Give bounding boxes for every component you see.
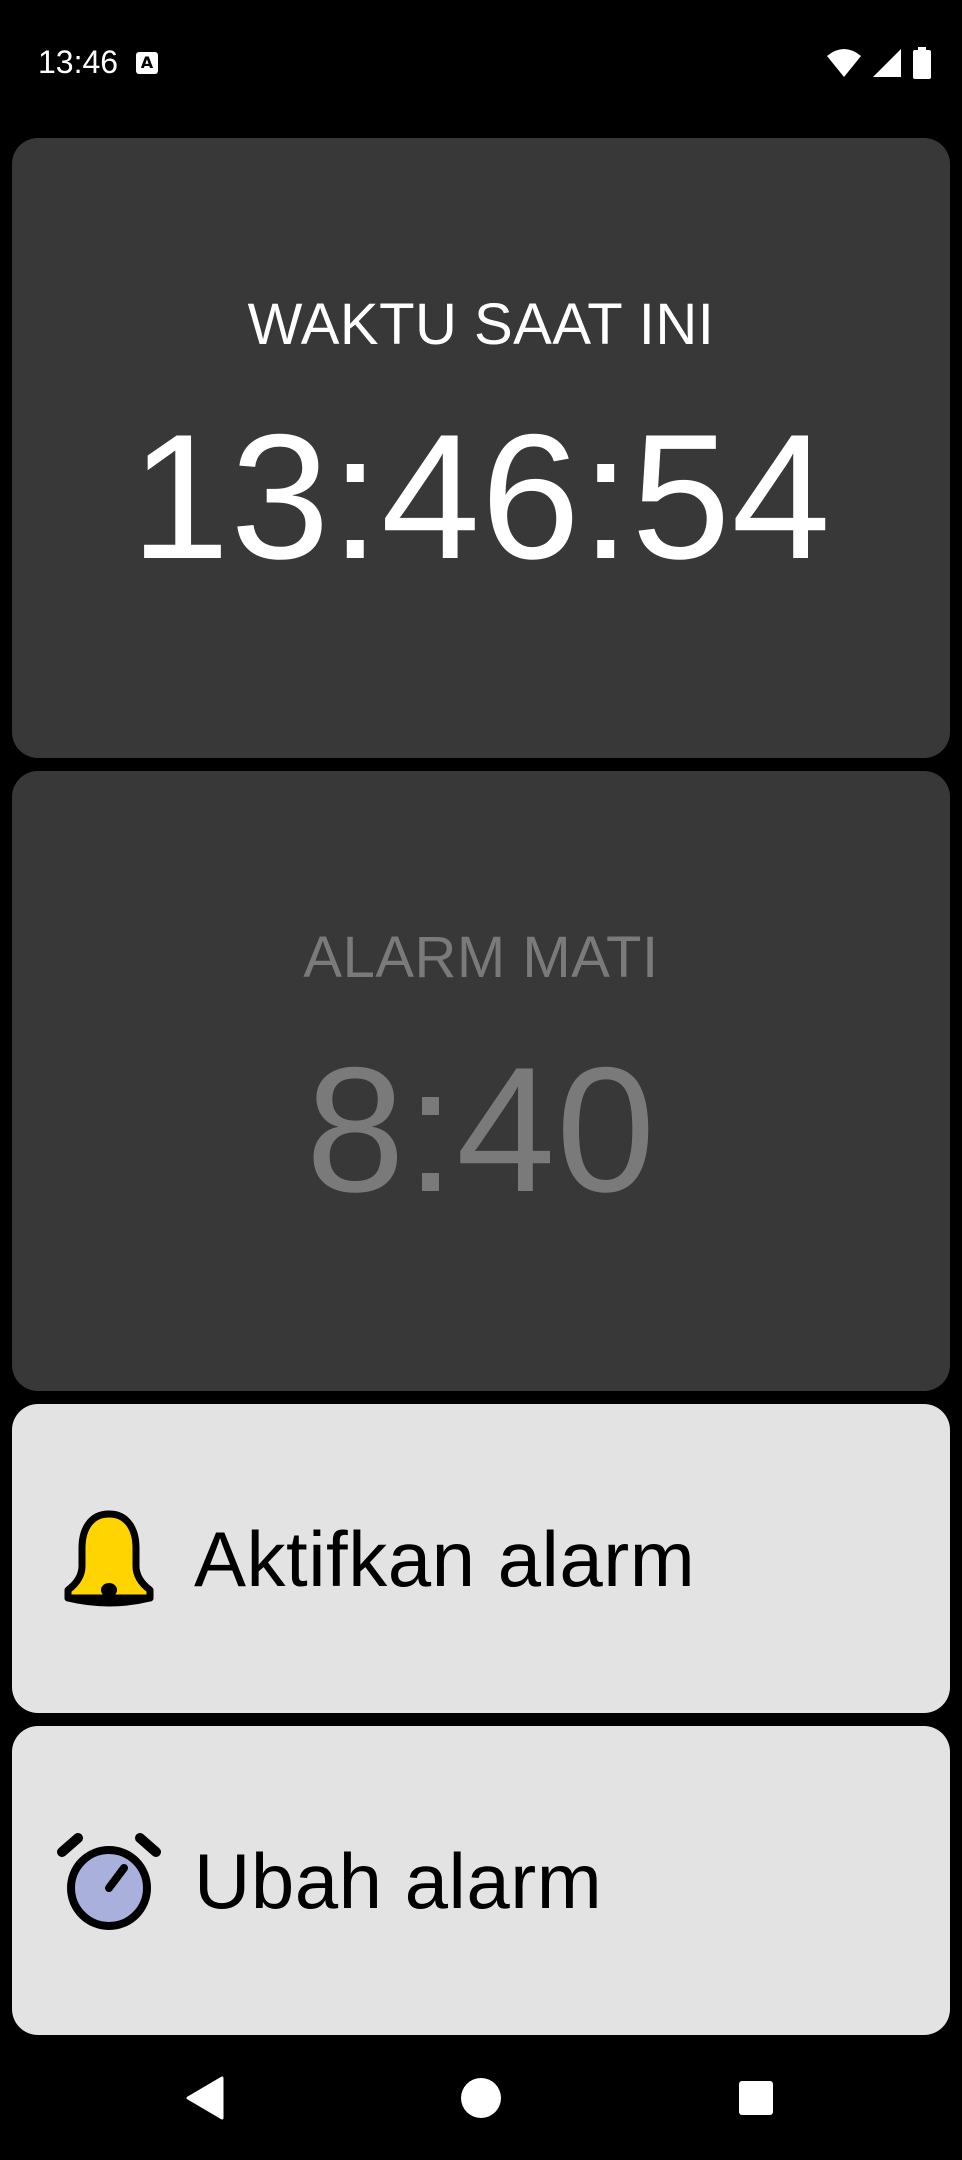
- current-time-card: WAKTU SAAT INI 13:46:54: [12, 138, 950, 758]
- back-triangle-icon: [186, 2076, 224, 2120]
- activate-alarm-label: Aktifkan alarm: [194, 1514, 696, 1603]
- back-button[interactable]: [164, 2058, 244, 2138]
- alarm-status-card: ALARM MATI 8:40: [12, 771, 950, 1391]
- current-time-value: 13:46:54: [130, 397, 832, 596]
- home-button[interactable]: [441, 2058, 521, 2138]
- home-circle-icon: [461, 2078, 501, 2118]
- a-letter-icon: A: [136, 52, 158, 74]
- wifi-icon: [827, 49, 861, 77]
- recents-button[interactable]: [716, 2058, 796, 2138]
- change-alarm-row: Ubah alarm: [54, 1726, 602, 2035]
- change-alarm-label: Ubah alarm: [194, 1836, 603, 1925]
- activate-alarm-button[interactable]: Aktifkan alarm: [12, 1404, 950, 1713]
- alarm-time-value: 8:40: [305, 1030, 657, 1229]
- bell-icon: [64, 1510, 154, 1606]
- alarm-clock-icon: [57, 1832, 161, 1930]
- status-bar: 13:46 A: [0, 0, 962, 128]
- recents-square-icon: [739, 2081, 773, 2115]
- alarm-status-label: ALARM MATI: [303, 925, 659, 990]
- signal-icon: [873, 49, 901, 77]
- navigation-bar: [0, 2040, 962, 2160]
- status-icons: [826, 46, 932, 80]
- change-alarm-button[interactable]: Ubah alarm: [12, 1726, 950, 2035]
- activate-alarm-row: Aktifkan alarm: [54, 1404, 695, 1713]
- status-time: 13:46: [38, 44, 119, 80]
- current-time-label: WAKTU SAAT INI: [247, 292, 715, 357]
- battery-icon: [913, 47, 931, 79]
